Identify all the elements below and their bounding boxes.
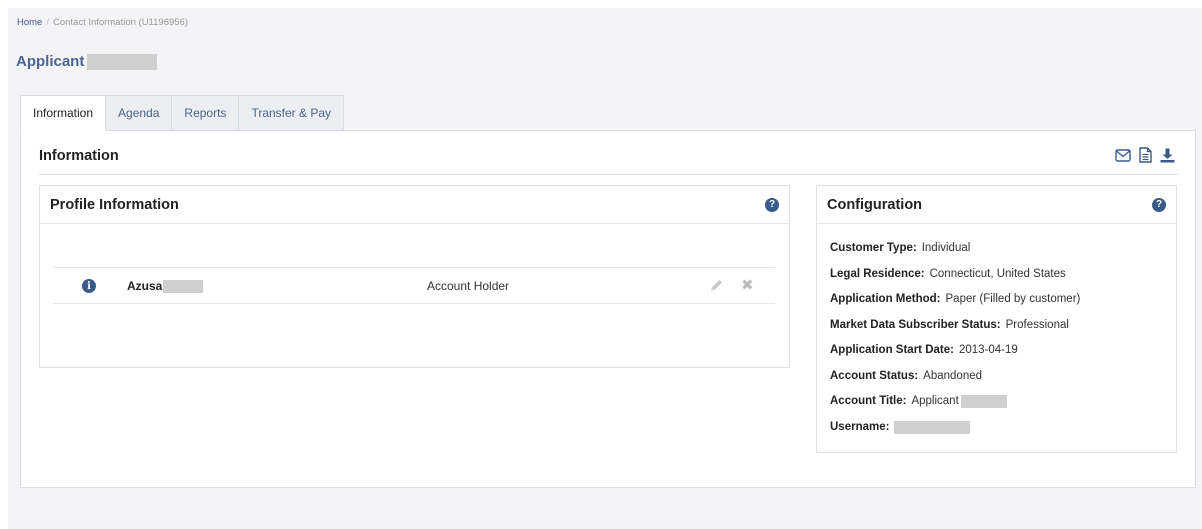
list-item: Market Data Subscriber Status: Professio… [830, 319, 1080, 345]
document-icon[interactable] [1139, 147, 1152, 163]
section-toolbar [1115, 147, 1175, 163]
redacted-username [894, 420, 971, 434]
configuration-list: Customer Type: Individual Legal Residenc… [830, 242, 1080, 446]
config-key: Username: [830, 420, 890, 433]
profile-card-header: Profile Information ? [40, 186, 789, 224]
redacted-surname [163, 279, 204, 293]
profile-card-title: Profile Information [50, 196, 179, 213]
config-value: Individual [921, 242, 971, 254]
tab-transfer-pay[interactable]: Transfer & Pay [239, 95, 345, 131]
download-icon[interactable] [1160, 148, 1175, 163]
configuration-card: Configuration ? Customer Type: Individua… [816, 185, 1177, 453]
tab-bar: Information Agenda Reports Transfer & Pa… [20, 95, 345, 131]
profile-information-card: Profile Information ? i Azusa Account Ho… [39, 185, 790, 368]
breadcrumb-separator: / [46, 17, 49, 28]
config-value: Abandoned [923, 369, 983, 382]
breadcrumb-home-link[interactable]: Home [17, 17, 42, 28]
pencil-icon[interactable] [709, 278, 724, 296]
tab-information[interactable]: Information [20, 95, 107, 131]
config-value: 2013-04-19 [958, 344, 1018, 356]
tab-agenda[interactable]: Agenda [106, 95, 173, 131]
list-item: Application Start Date: 2013-04-19 [830, 344, 1080, 370]
page-title: Applicant [16, 53, 158, 70]
info-icon[interactable]: i [82, 279, 96, 293]
config-key: Legal Residence: [830, 267, 925, 280]
holder-role: Account Holder [427, 279, 510, 293]
config-value: Applicant [911, 395, 959, 407]
config-key: Market Data Subscriber Status: [830, 318, 1001, 331]
table-row: i Azusa Account Holder ✖ [53, 267, 775, 304]
holder-name-text: Azusa [127, 279, 163, 293]
list-item: Username: [830, 420, 1080, 447]
configuration-card-title: Configuration [827, 196, 923, 213]
config-value: Paper (Filled by customer) [945, 293, 1081, 305]
breadcrumb: Home / Contact Information (U1196956) [17, 17, 188, 28]
holder-name: Azusa [127, 279, 204, 293]
envelope-icon[interactable] [1115, 148, 1131, 162]
information-panel: Information Profile Information ? i Azus… [20, 130, 1196, 488]
section-title: Information [39, 148, 119, 164]
list-item: Account Title: Applicant [830, 395, 1080, 421]
list-item: Legal Residence: Connecticut, United Sta… [830, 268, 1080, 294]
redacted-name [87, 53, 158, 70]
list-item: Account Status: Abandoned [830, 370, 1080, 396]
config-key: Application Method: [830, 293, 941, 305]
close-icon[interactable]: ✖ [741, 276, 754, 294]
redacted-title [960, 395, 1007, 408]
config-value: Connecticut, United States [929, 267, 1066, 280]
help-icon[interactable]: ? [765, 197, 779, 212]
list-item: Application Method: Paper (Filled by cus… [830, 293, 1080, 319]
configuration-card-header: Configuration ? [817, 186, 1176, 224]
section-divider [39, 174, 1179, 175]
config-value: Professional [1005, 318, 1069, 331]
breadcrumb-current: Contact Information (U1196956) [52, 17, 188, 28]
page-title-label: Applicant [16, 53, 85, 70]
tab-reports[interactable]: Reports [172, 95, 240, 131]
config-key: Account Status: [830, 369, 919, 382]
config-key: Account Title: [830, 395, 907, 407]
config-key: Application Start Date: [830, 344, 954, 356]
list-item: Customer Type: Individual [830, 242, 1080, 268]
config-key: Customer Type: [830, 242, 917, 254]
help-icon[interactable]: ? [1152, 197, 1166, 212]
